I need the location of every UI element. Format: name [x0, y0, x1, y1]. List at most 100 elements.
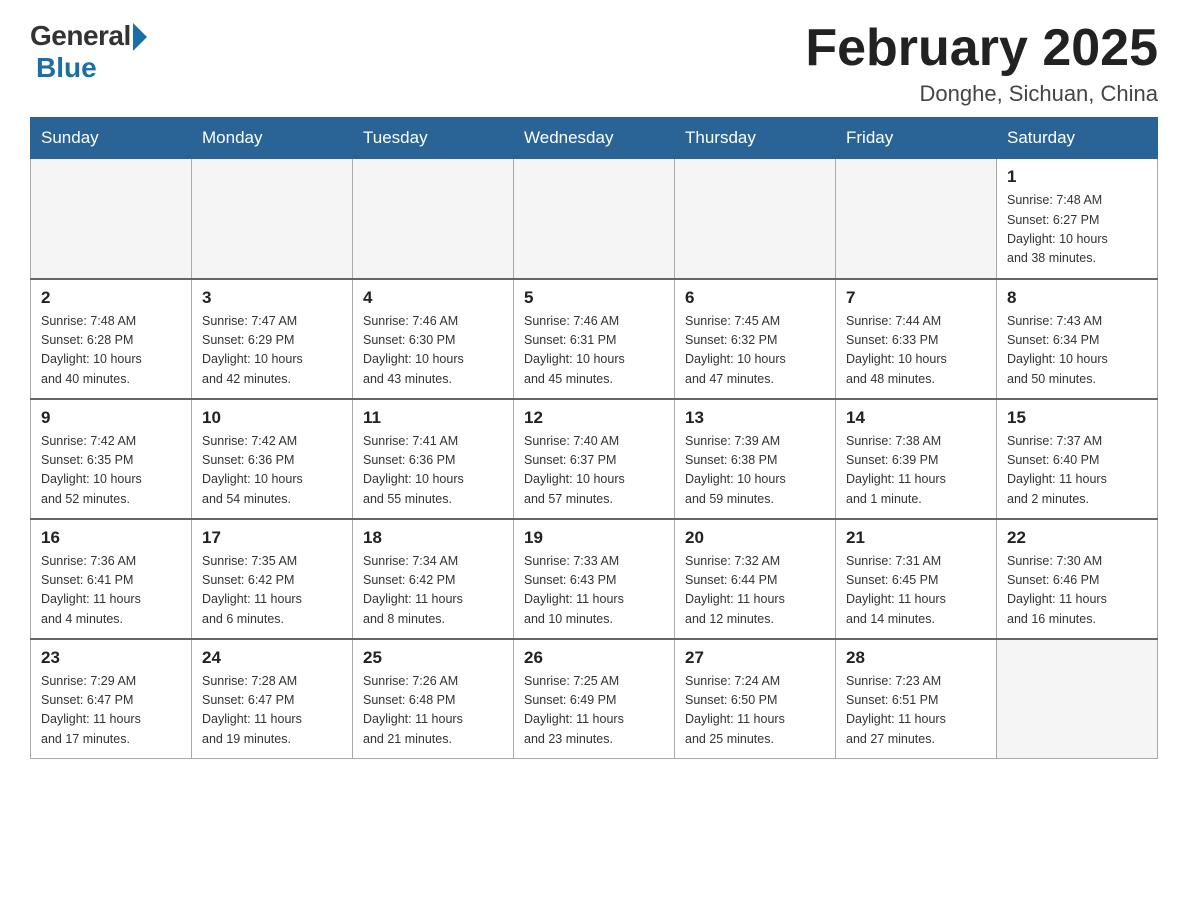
day-info: Sunrise: 7:26 AMSunset: 6:48 PMDaylight:…: [363, 672, 503, 750]
logo-blue-text: Blue: [36, 52, 97, 84]
calendar-day-cell: 13Sunrise: 7:39 AMSunset: 6:38 PMDayligh…: [675, 399, 836, 519]
day-info: Sunrise: 7:45 AMSunset: 6:32 PMDaylight:…: [685, 312, 825, 390]
calendar-day-cell: [192, 159, 353, 279]
day-number: 15: [1007, 408, 1147, 428]
day-info: Sunrise: 7:23 AMSunset: 6:51 PMDaylight:…: [846, 672, 986, 750]
day-number: 22: [1007, 528, 1147, 548]
calendar-day-cell: 15 Sunrise: 7:37 AMSunset: 6:40 PMDayligh…: [997, 399, 1158, 519]
logo-general-text: General: [30, 20, 131, 52]
day-info: Sunrise: 7:38 AMSunset: 6:39 PMDaylight:…: [846, 432, 986, 510]
day-number: 12: [524, 408, 664, 428]
calendar-day-cell: 9Sunrise: 7:42 AMSunset: 6:35 PMDaylight…: [31, 399, 192, 519]
day-info: Sunrise: 7:46 AMSunset: 6:30 PMDaylight:…: [363, 312, 503, 390]
day-of-week-header: Monday: [192, 118, 353, 159]
day-info: Sunrise: 7:28 AMSunset: 6:47 PMDaylight:…: [202, 672, 342, 750]
calendar-day-cell: 2 Sunrise: 7:48 AMSunset: 6:28 PMDaylight…: [31, 279, 192, 399]
day-number: 21: [846, 528, 986, 548]
calendar-day-cell: 23Sunrise: 7:29 AMSunset: 6:47 PMDayligh…: [31, 639, 192, 759]
day-info: Sunrise: 7:48 AMSunset: 6:28 PMDaylight:…: [41, 312, 181, 390]
day-info: Sunrise: 7:36 AMSunset: 6:41 PMDaylight:…: [41, 552, 181, 630]
calendar-week-row: 9Sunrise: 7:42 AMSunset: 6:35 PMDaylight…: [31, 399, 1158, 519]
calendar-day-cell: 11Sunrise: 7:41 AMSunset: 6:36 PMDayligh…: [353, 399, 514, 519]
day-number: 1: [1007, 167, 1147, 187]
day-number: 26: [524, 648, 664, 668]
day-number: 13: [685, 408, 825, 428]
logo: General Blue: [30, 20, 147, 84]
day-number: 4: [363, 288, 503, 308]
calendar-week-row: 16 Sunrise: 7:36 AMSunset: 6:41 PMDayligh…: [31, 519, 1158, 639]
calendar-day-cell: 7Sunrise: 7:44 AMSunset: 6:33 PMDaylight…: [836, 279, 997, 399]
calendar-day-cell: 16 Sunrise: 7:36 AMSunset: 6:41 PMDayligh…: [31, 519, 192, 639]
day-info: Sunrise: 7:40 AMSunset: 6:37 PMDaylight:…: [524, 432, 664, 510]
calendar-day-cell: 27Sunrise: 7:24 AMSunset: 6:50 PMDayligh…: [675, 639, 836, 759]
day-of-week-header: Thursday: [675, 118, 836, 159]
calendar-day-cell: 5 Sunrise: 7:46 AMSunset: 6:31 PMDaylight…: [514, 279, 675, 399]
day-info: Sunrise: 7:33 AMSunset: 6:43 PMDaylight:…: [524, 552, 664, 630]
calendar-day-cell: 18Sunrise: 7:34 AMSunset: 6:42 PMDayligh…: [353, 519, 514, 639]
day-info: Sunrise: 7:35 AMSunset: 6:42 PMDaylight:…: [202, 552, 342, 630]
day-info: Sunrise: 7:47 AMSunset: 6:29 PMDaylight:…: [202, 312, 342, 390]
day-of-week-header: Friday: [836, 118, 997, 159]
calendar-day-cell: 19 Sunrise: 7:33 AMSunset: 6:43 PMDayligh…: [514, 519, 675, 639]
calendar-day-cell: 20 Sunrise: 7:32 AMSunset: 6:44 PMDayligh…: [675, 519, 836, 639]
day-of-week-header: Tuesday: [353, 118, 514, 159]
day-number: 5: [524, 288, 664, 308]
day-number: 24: [202, 648, 342, 668]
calendar-day-cell: [836, 159, 997, 279]
calendar-day-cell: 17Sunrise: 7:35 AMSunset: 6:42 PMDayligh…: [192, 519, 353, 639]
day-info: Sunrise: 7:29 AMSunset: 6:47 PMDaylight:…: [41, 672, 181, 750]
day-of-week-header: Wednesday: [514, 118, 675, 159]
day-info: Sunrise: 7:46 AMSunset: 6:31 PMDaylight:…: [524, 312, 664, 390]
day-number: 16: [41, 528, 181, 548]
day-info: Sunrise: 7:48 AMSunset: 6:27 PMDaylight:…: [1007, 191, 1147, 269]
calendar-day-cell: 6 Sunrise: 7:45 AMSunset: 6:32 PMDaylight…: [675, 279, 836, 399]
calendar-day-cell: [675, 159, 836, 279]
calendar-day-cell: [31, 159, 192, 279]
day-of-week-header: Sunday: [31, 118, 192, 159]
day-number: 27: [685, 648, 825, 668]
calendar-header-row: SundayMondayTuesdayWednesdayThursdayFrid…: [31, 118, 1158, 159]
calendar-title: February 2025: [805, 20, 1158, 77]
calendar-day-cell: 8Sunrise: 7:43 AMSunset: 6:34 PMDaylight…: [997, 279, 1158, 399]
calendar-day-cell: [514, 159, 675, 279]
calendar-week-row: 1 Sunrise: 7:48 AMSunset: 6:27 PMDaylight…: [31, 159, 1158, 279]
day-number: 25: [363, 648, 503, 668]
logo-triangle-icon: [133, 23, 147, 51]
day-info: Sunrise: 7:25 AMSunset: 6:49 PMDaylight:…: [524, 672, 664, 750]
calendar-week-row: 2 Sunrise: 7:48 AMSunset: 6:28 PMDaylight…: [31, 279, 1158, 399]
calendar-subtitle: Donghe, Sichuan, China: [805, 81, 1158, 107]
day-number: 7: [846, 288, 986, 308]
day-number: 3: [202, 288, 342, 308]
calendar-day-cell: 28Sunrise: 7:23 AMSunset: 6:51 PMDayligh…: [836, 639, 997, 759]
day-number: 10: [202, 408, 342, 428]
calendar-week-row: 23Sunrise: 7:29 AMSunset: 6:47 PMDayligh…: [31, 639, 1158, 759]
calendar-day-cell: 24 Sunrise: 7:28 AMSunset: 6:47 PMDayligh…: [192, 639, 353, 759]
day-number: 14: [846, 408, 986, 428]
calendar-day-cell: 25 Sunrise: 7:26 AMSunset: 6:48 PMDayligh…: [353, 639, 514, 759]
day-number: 19: [524, 528, 664, 548]
day-number: 20: [685, 528, 825, 548]
day-number: 6: [685, 288, 825, 308]
day-info: Sunrise: 7:41 AMSunset: 6:36 PMDaylight:…: [363, 432, 503, 510]
day-info: Sunrise: 7:32 AMSunset: 6:44 PMDaylight:…: [685, 552, 825, 630]
day-info: Sunrise: 7:30 AMSunset: 6:46 PMDaylight:…: [1007, 552, 1147, 630]
day-info: Sunrise: 7:42 AMSunset: 6:36 PMDaylight:…: [202, 432, 342, 510]
calendar-day-cell: 3 Sunrise: 7:47 AMSunset: 6:29 PMDaylight…: [192, 279, 353, 399]
day-number: 2: [41, 288, 181, 308]
day-number: 9: [41, 408, 181, 428]
calendar-day-cell: 4 Sunrise: 7:46 AMSunset: 6:30 PMDaylight…: [353, 279, 514, 399]
title-block: February 2025 Donghe, Sichuan, China: [805, 20, 1158, 107]
calendar-day-cell: 1 Sunrise: 7:48 AMSunset: 6:27 PMDaylight…: [997, 159, 1158, 279]
calendar-day-cell: [997, 639, 1158, 759]
calendar-day-cell: 14 Sunrise: 7:38 AMSunset: 6:39 PMDayligh…: [836, 399, 997, 519]
day-info: Sunrise: 7:31 AMSunset: 6:45 PMDaylight:…: [846, 552, 986, 630]
day-info: Sunrise: 7:37 AMSunset: 6:40 PMDaylight:…: [1007, 432, 1147, 510]
page-header: General Blue February 2025 Donghe, Sichu…: [30, 20, 1158, 107]
day-info: Sunrise: 7:34 AMSunset: 6:42 PMDaylight:…: [363, 552, 503, 630]
calendar-day-cell: [353, 159, 514, 279]
day-number: 8: [1007, 288, 1147, 308]
day-of-week-header: Saturday: [997, 118, 1158, 159]
calendar-day-cell: 12 Sunrise: 7:40 AMSunset: 6:37 PMDayligh…: [514, 399, 675, 519]
calendar-table: SundayMondayTuesdayWednesdayThursdayFrid…: [30, 117, 1158, 759]
calendar-day-cell: 21 Sunrise: 7:31 AMSunset: 6:45 PMDayligh…: [836, 519, 997, 639]
